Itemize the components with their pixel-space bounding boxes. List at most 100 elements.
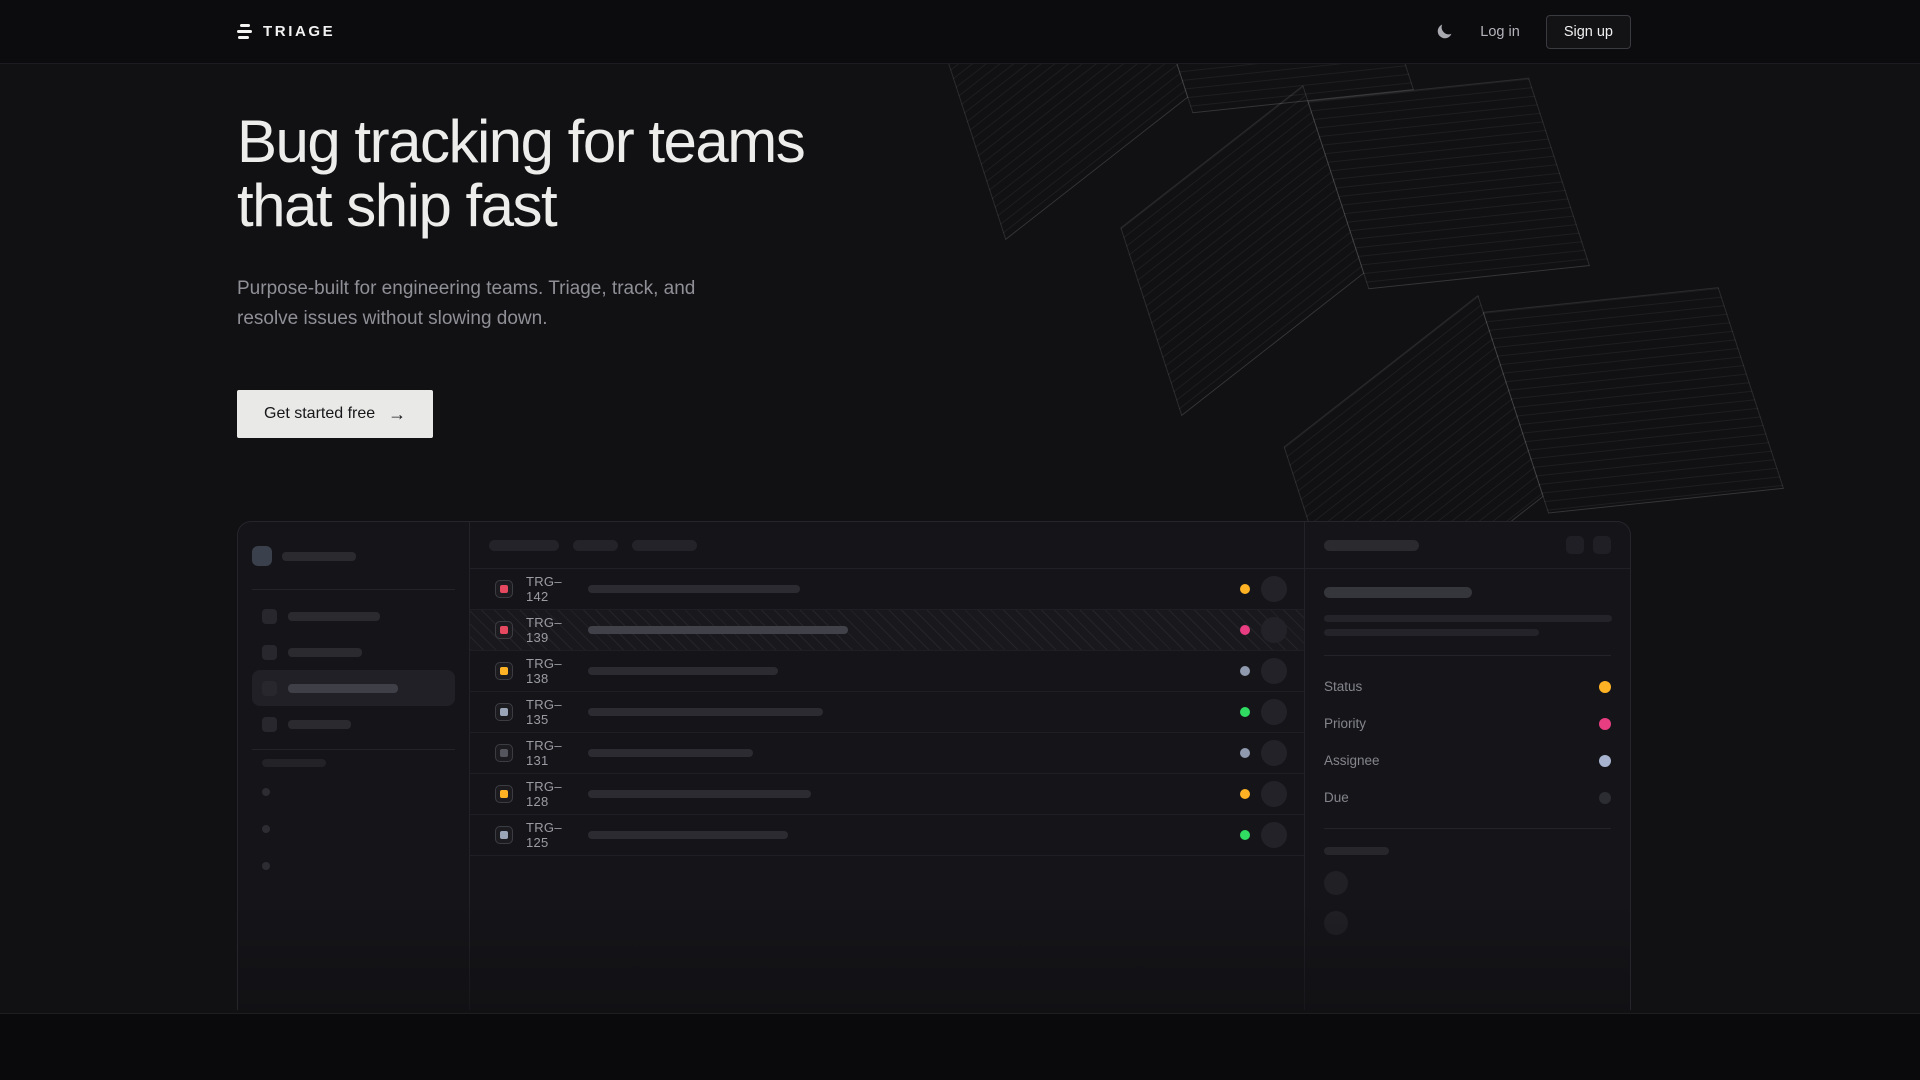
issue-id: TRG–139 xyxy=(526,615,580,645)
mockup-detail-header xyxy=(1305,522,1630,569)
detail-field-row: Priority xyxy=(1324,705,1611,742)
skeleton-bar xyxy=(588,585,800,593)
sidebar-dot xyxy=(262,825,270,833)
mockup-workspace-switcher xyxy=(252,546,455,566)
nav-item-icon xyxy=(262,645,277,660)
priority-dot xyxy=(1240,584,1250,594)
header-pill xyxy=(489,540,559,551)
issue-id: TRG–135 xyxy=(526,697,580,727)
detail-field-row: Status xyxy=(1324,668,1611,705)
skeleton-bar xyxy=(588,626,848,634)
signup-button[interactable]: Sign up xyxy=(1546,15,1631,49)
nav-item-icon xyxy=(262,609,277,624)
panel-action-icon xyxy=(1593,536,1611,554)
skeleton-bar xyxy=(262,759,326,767)
skeleton-line xyxy=(1324,629,1539,636)
sidebar-dot xyxy=(262,862,270,870)
assignee-avatar xyxy=(1261,740,1287,766)
theme-toggle-button[interactable] xyxy=(1435,22,1454,41)
divider xyxy=(252,589,455,590)
skeleton-bar xyxy=(288,648,362,657)
priority-dot xyxy=(1240,789,1250,799)
moon-icon xyxy=(1435,22,1454,41)
divider xyxy=(1324,828,1611,829)
get-started-button[interactable]: Get started free → xyxy=(237,390,433,438)
assignee-avatar xyxy=(1261,822,1287,848)
issue-row: TRG–138 xyxy=(470,651,1304,692)
sidebar-nav-item xyxy=(252,706,455,742)
mockup-list-header xyxy=(470,522,1304,569)
skeleton-bar xyxy=(1324,587,1472,598)
page-footer xyxy=(0,1013,1920,1080)
field-label: Assignee xyxy=(1324,753,1380,768)
issue-status-icon xyxy=(495,826,513,844)
comment-avatar xyxy=(1324,911,1348,935)
divider xyxy=(1324,655,1611,656)
field-value-dot xyxy=(1599,792,1611,804)
skeleton-bar xyxy=(288,684,398,693)
field-label: Status xyxy=(1324,679,1362,694)
triage-logo-icon xyxy=(237,24,252,39)
brand-logo[interactable]: TRIAGE xyxy=(237,23,335,40)
priority-dot xyxy=(1240,830,1250,840)
panel-action-icon xyxy=(1566,536,1584,554)
mockup-sidebar-nav xyxy=(252,598,455,742)
header-pill xyxy=(573,540,618,551)
priority-dot xyxy=(1240,625,1250,635)
issue-status-icon xyxy=(495,621,513,639)
issue-row: TRG–142 xyxy=(470,569,1304,610)
skeleton-bar xyxy=(588,749,753,757)
hero-subtitle: Purpose-built for engineering teams. Tri… xyxy=(237,274,707,334)
field-label: Due xyxy=(1324,790,1349,805)
login-link[interactable]: Log in xyxy=(1480,24,1520,40)
workspace-avatar xyxy=(252,546,272,566)
nav-item-icon xyxy=(262,717,277,732)
detail-field-row: Assignee xyxy=(1324,742,1611,779)
issue-id: TRG–125 xyxy=(526,820,580,850)
skeleton-line xyxy=(1324,615,1612,622)
field-value-dot xyxy=(1599,681,1611,693)
skeleton-bar xyxy=(288,612,380,621)
issue-id: TRG–128 xyxy=(526,779,580,809)
issue-status-icon xyxy=(495,785,513,803)
assignee-avatar xyxy=(1261,699,1287,725)
priority-dot xyxy=(1240,748,1250,758)
assignee-avatar xyxy=(1261,617,1287,643)
issue-status-icon xyxy=(495,744,513,762)
issue-row: TRG–128 xyxy=(470,774,1304,815)
header-pill xyxy=(632,540,697,551)
assignee-avatar xyxy=(1261,658,1287,684)
issue-row: TRG–135 xyxy=(470,692,1304,733)
field-value-dot xyxy=(1599,718,1611,730)
mockup-sidebar-dots xyxy=(262,788,455,870)
mockup-detail-panel: Status Priority Assignee Due xyxy=(1304,522,1630,1010)
comment-avatar xyxy=(1324,871,1348,895)
navbar: TRIAGE Log in Sign up xyxy=(0,0,1920,64)
skeleton-bar xyxy=(288,720,351,729)
sidebar-nav-item xyxy=(252,634,455,670)
priority-dot xyxy=(1240,707,1250,717)
issue-status-icon xyxy=(495,662,513,680)
field-label: Priority xyxy=(1324,716,1366,731)
mockup-detail-fields: Status Priority Assignee Due xyxy=(1324,668,1611,816)
divider xyxy=(252,749,455,750)
assignee-avatar xyxy=(1261,576,1287,602)
priority-dot xyxy=(1240,666,1250,676)
skeleton-bar xyxy=(588,667,778,675)
mockup-issue-list: TRG–142 TRG–139 TRG–138 TRG–135 TRG– xyxy=(470,522,1304,1010)
skeleton-bar xyxy=(1324,847,1389,855)
skeleton-bar xyxy=(1324,540,1419,551)
skeleton-bar xyxy=(282,552,356,561)
issue-status-icon xyxy=(495,580,513,598)
issue-id: TRG–131 xyxy=(526,738,580,768)
app-mockup: TRG–142 TRG–139 TRG–138 TRG–135 TRG– xyxy=(237,521,1631,1010)
issue-row: TRG–125 xyxy=(470,815,1304,856)
issue-id: TRG–142 xyxy=(526,574,580,604)
brand-name: TRIAGE xyxy=(263,23,335,40)
assignee-avatar xyxy=(1261,781,1287,807)
issue-id: TRG–138 xyxy=(526,656,580,686)
sidebar-dot xyxy=(262,788,270,796)
page-title: Bug tracking for teams that ship fast xyxy=(237,110,1631,238)
detail-field-row: Due xyxy=(1324,779,1611,816)
hero-section: Bug tracking for teams that ship fast Pu… xyxy=(237,110,1631,1010)
